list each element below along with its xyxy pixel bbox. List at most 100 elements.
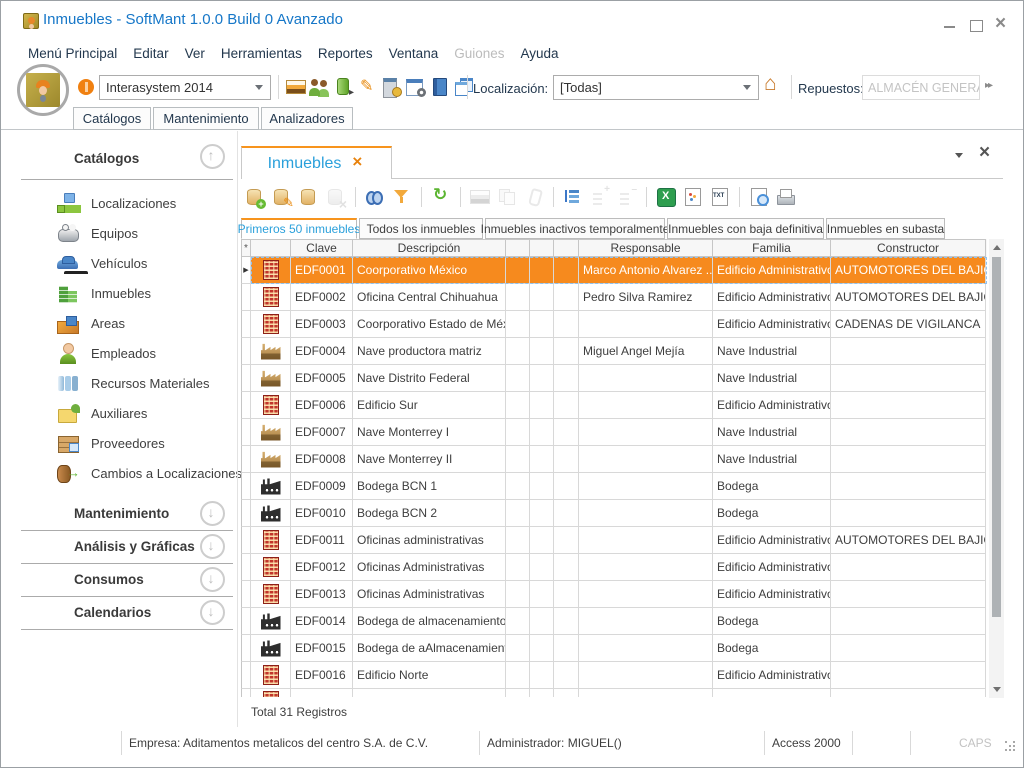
toolbar-image[interactable] xyxy=(469,186,491,208)
sidebar-section-catalogos[interactable]: Catálogos xyxy=(21,133,233,180)
table-row[interactable]: EDF0002 Oficina Central Chihuahua Pedro … xyxy=(241,284,987,311)
toolbar-calculator[interactable] xyxy=(381,76,403,98)
toolbar-attachment[interactable] xyxy=(523,186,545,208)
profile-combo[interactable]: Interasystem 2014 xyxy=(99,75,271,100)
header-clave[interactable]: Clave xyxy=(291,239,353,257)
menu-item-ventana[interactable]: Ventana xyxy=(387,44,441,63)
table-row[interactable]: EDF0003 Coorporativo Estado de México Ed… xyxy=(241,311,987,338)
sidebar-item-empleados[interactable]: Empleados xyxy=(21,338,233,368)
table-row[interactable]: EDF0004 Nave productora matriz Miguel An… xyxy=(241,338,987,365)
toolbar-notebook[interactable] xyxy=(429,76,451,98)
subtab-todos-los-inmuebles[interactable]: Todos los inmuebles xyxy=(359,218,483,239)
toolbar-paste[interactable] xyxy=(496,186,518,208)
sidebar-item-proveedores[interactable]: Proveedores xyxy=(21,428,233,458)
toolbar-cascade-windows[interactable] xyxy=(453,76,475,98)
scrollbar-thumb[interactable] xyxy=(992,257,1001,617)
toolbar-collapse-tree[interactable] xyxy=(616,186,638,208)
toolbar-window-settings[interactable] xyxy=(405,76,427,98)
sidebar-item-recursos-materiales[interactable]: Recursos Materiales xyxy=(21,368,233,398)
toolbar-print[interactable] xyxy=(775,186,797,208)
table-row[interactable]: EDF0011 Oficinas administrativas Edifici… xyxy=(241,527,987,554)
toolbar-export-formatted[interactable] xyxy=(682,186,704,208)
table-row[interactable]: EDF0016 Edificio Norte Edificio Administ… xyxy=(241,662,987,689)
menu-item-menu-principal[interactable]: Menú Principal xyxy=(26,44,119,63)
toolbar-export-text[interactable] xyxy=(709,186,731,208)
toolbar-filter[interactable] xyxy=(391,186,413,208)
sidebar-item-localizaciones[interactable]: Localizaciones xyxy=(21,188,233,218)
ribbon-tab-catalogos[interactable]: Catálogos xyxy=(73,107,151,130)
subtab-primeros-50-inmuebles[interactable]: Primeros 50 inmuebles xyxy=(241,218,357,239)
tab-list-dropdown-icon[interactable] xyxy=(955,153,963,158)
vertical-scrollbar[interactable] xyxy=(989,239,1004,698)
table-row[interactable]: EDF0006 Edificio Sur Edificio Administra… xyxy=(241,392,987,419)
user-avatar[interactable] xyxy=(17,64,69,116)
expand-arrow-icon[interactable] xyxy=(200,600,225,625)
table-row[interactable]: EDF0012 Oficinas Administrativas Edifici… xyxy=(241,554,987,581)
scroll-up-icon[interactable] xyxy=(993,245,1001,250)
document-close-icon[interactable] xyxy=(979,142,995,158)
menu-item-reportes[interactable]: Reportes xyxy=(316,44,375,63)
menu-item-herramientas[interactable]: Herramientas xyxy=(219,44,304,63)
table-row[interactable]: EDF0010 Bodega BCN 2 Bodega xyxy=(241,500,987,527)
sidebar-item-vehiculos[interactable]: Vehículos xyxy=(21,248,233,278)
sidebar-item-cambios-a-localizaciones[interactable]: Cambios a Localizaciones xyxy=(21,458,233,488)
menu-item-editar[interactable]: Editar xyxy=(131,44,170,63)
toolbar-add-record[interactable] xyxy=(244,186,266,208)
header-empty[interactable] xyxy=(506,239,530,257)
sidebar-item-auxiliares[interactable]: Auxiliares xyxy=(21,398,233,428)
table-row[interactable]: EDF0009 Bodega BCN 1 Bodega xyxy=(241,473,987,500)
toolbar-image[interactable] xyxy=(285,76,307,98)
collapse-arrow-icon[interactable] xyxy=(200,144,225,169)
sidebar-item-areas[interactable]: Areas xyxy=(21,308,233,338)
sidebar-section-analisis-y-graficas[interactable]: Análisis y Gráficas xyxy=(21,531,233,564)
toolbar-delete-record[interactable] xyxy=(325,186,347,208)
toolbar-inventory[interactable] xyxy=(333,76,355,98)
tab-close-icon[interactable] xyxy=(352,156,365,172)
expand-arrow-icon[interactable] xyxy=(200,501,225,526)
toolbar-edit-record[interactable] xyxy=(271,186,293,208)
ribbon-tab-mantenimiento[interactable]: Mantenimiento xyxy=(153,107,259,130)
subtab-inmuebles-con-baja-definitiva[interactable]: Inmuebles con baja definitiva xyxy=(667,218,824,239)
close-button[interactable] xyxy=(993,17,1011,35)
toolbar-tree-view[interactable] xyxy=(562,186,584,208)
menu-item-ayuda[interactable]: Ayuda xyxy=(519,44,561,63)
toolbar-expand-tree[interactable] xyxy=(589,186,611,208)
sidebar-item-inmuebles[interactable]: Inmuebles xyxy=(21,278,233,308)
sidebar-item-equipos[interactable]: Equipos xyxy=(21,218,233,248)
home-icon[interactable] xyxy=(763,74,785,98)
repuestos-browse-button[interactable] xyxy=(985,80,991,91)
header-familia[interactable]: Familia xyxy=(713,239,831,257)
table-row[interactable]: EDF0005 Nave Distrito Federal Nave Indus… xyxy=(241,365,987,392)
table-row[interactable]: EDF0013 Oficinas Administrativas Edifici… xyxy=(241,581,987,608)
toolbar-refresh[interactable] xyxy=(430,186,452,208)
header-empty[interactable] xyxy=(554,239,579,257)
maximize-button[interactable] xyxy=(967,17,985,35)
ribbon-tab-analizadores[interactable]: Analizadores xyxy=(261,107,353,130)
toolbar-print-preview[interactable] xyxy=(748,186,770,208)
toolbar-search[interactable] xyxy=(364,186,386,208)
table-row[interactable]: EDF0007 Nave Monterrey I Nave Industrial xyxy=(241,419,987,446)
toolbar-users[interactable] xyxy=(309,76,331,98)
subtab-inmuebles-en-subasta[interactable]: Inmuebles en subasta xyxy=(826,218,945,239)
toolbar-edit-cursor[interactable] xyxy=(357,76,379,98)
menu-item-ver[interactable]: Ver xyxy=(183,44,207,63)
sidebar-section-mantenimiento[interactable]: Mantenimiento xyxy=(21,498,233,531)
table-row[interactable]: EDF0014 Bodega de almacenamiento y... Bo… xyxy=(241,608,987,635)
expand-arrow-icon[interactable] xyxy=(200,567,225,592)
resize-grip[interactable] xyxy=(1003,739,1017,753)
subtab-inmuebles-inactivos-temporalmente[interactable]: Inmuebles inactivos temporalmente xyxy=(485,218,665,239)
expand-arrow-icon[interactable] xyxy=(200,534,225,559)
table-row[interactable]: EDF0015 Bodega de aAlmacenamiento... Bod… xyxy=(241,635,987,662)
table-row[interactable]: EDF0001 Coorporativo México Marco Antoni… xyxy=(241,257,987,284)
document-tab-inmuebles[interactable]: Inmuebles xyxy=(241,146,392,179)
header-empty[interactable] xyxy=(530,239,554,257)
sidebar-section-consumos[interactable]: Consumos xyxy=(21,564,233,597)
minimize-button[interactable] xyxy=(941,17,959,35)
localizacion-combo[interactable]: [Todas] xyxy=(553,75,759,100)
header-descripcion[interactable]: Descripción xyxy=(353,239,506,257)
toolbar-records[interactable] xyxy=(298,186,320,208)
toolbar-export-excel[interactable] xyxy=(655,186,677,208)
table-row[interactable]: EDF0008 Nave Monterrey II Nave Industria… xyxy=(241,446,987,473)
header-constructor[interactable]: Constructor xyxy=(831,239,986,257)
sidebar-section-calendarios[interactable]: Calendarios xyxy=(21,597,233,630)
